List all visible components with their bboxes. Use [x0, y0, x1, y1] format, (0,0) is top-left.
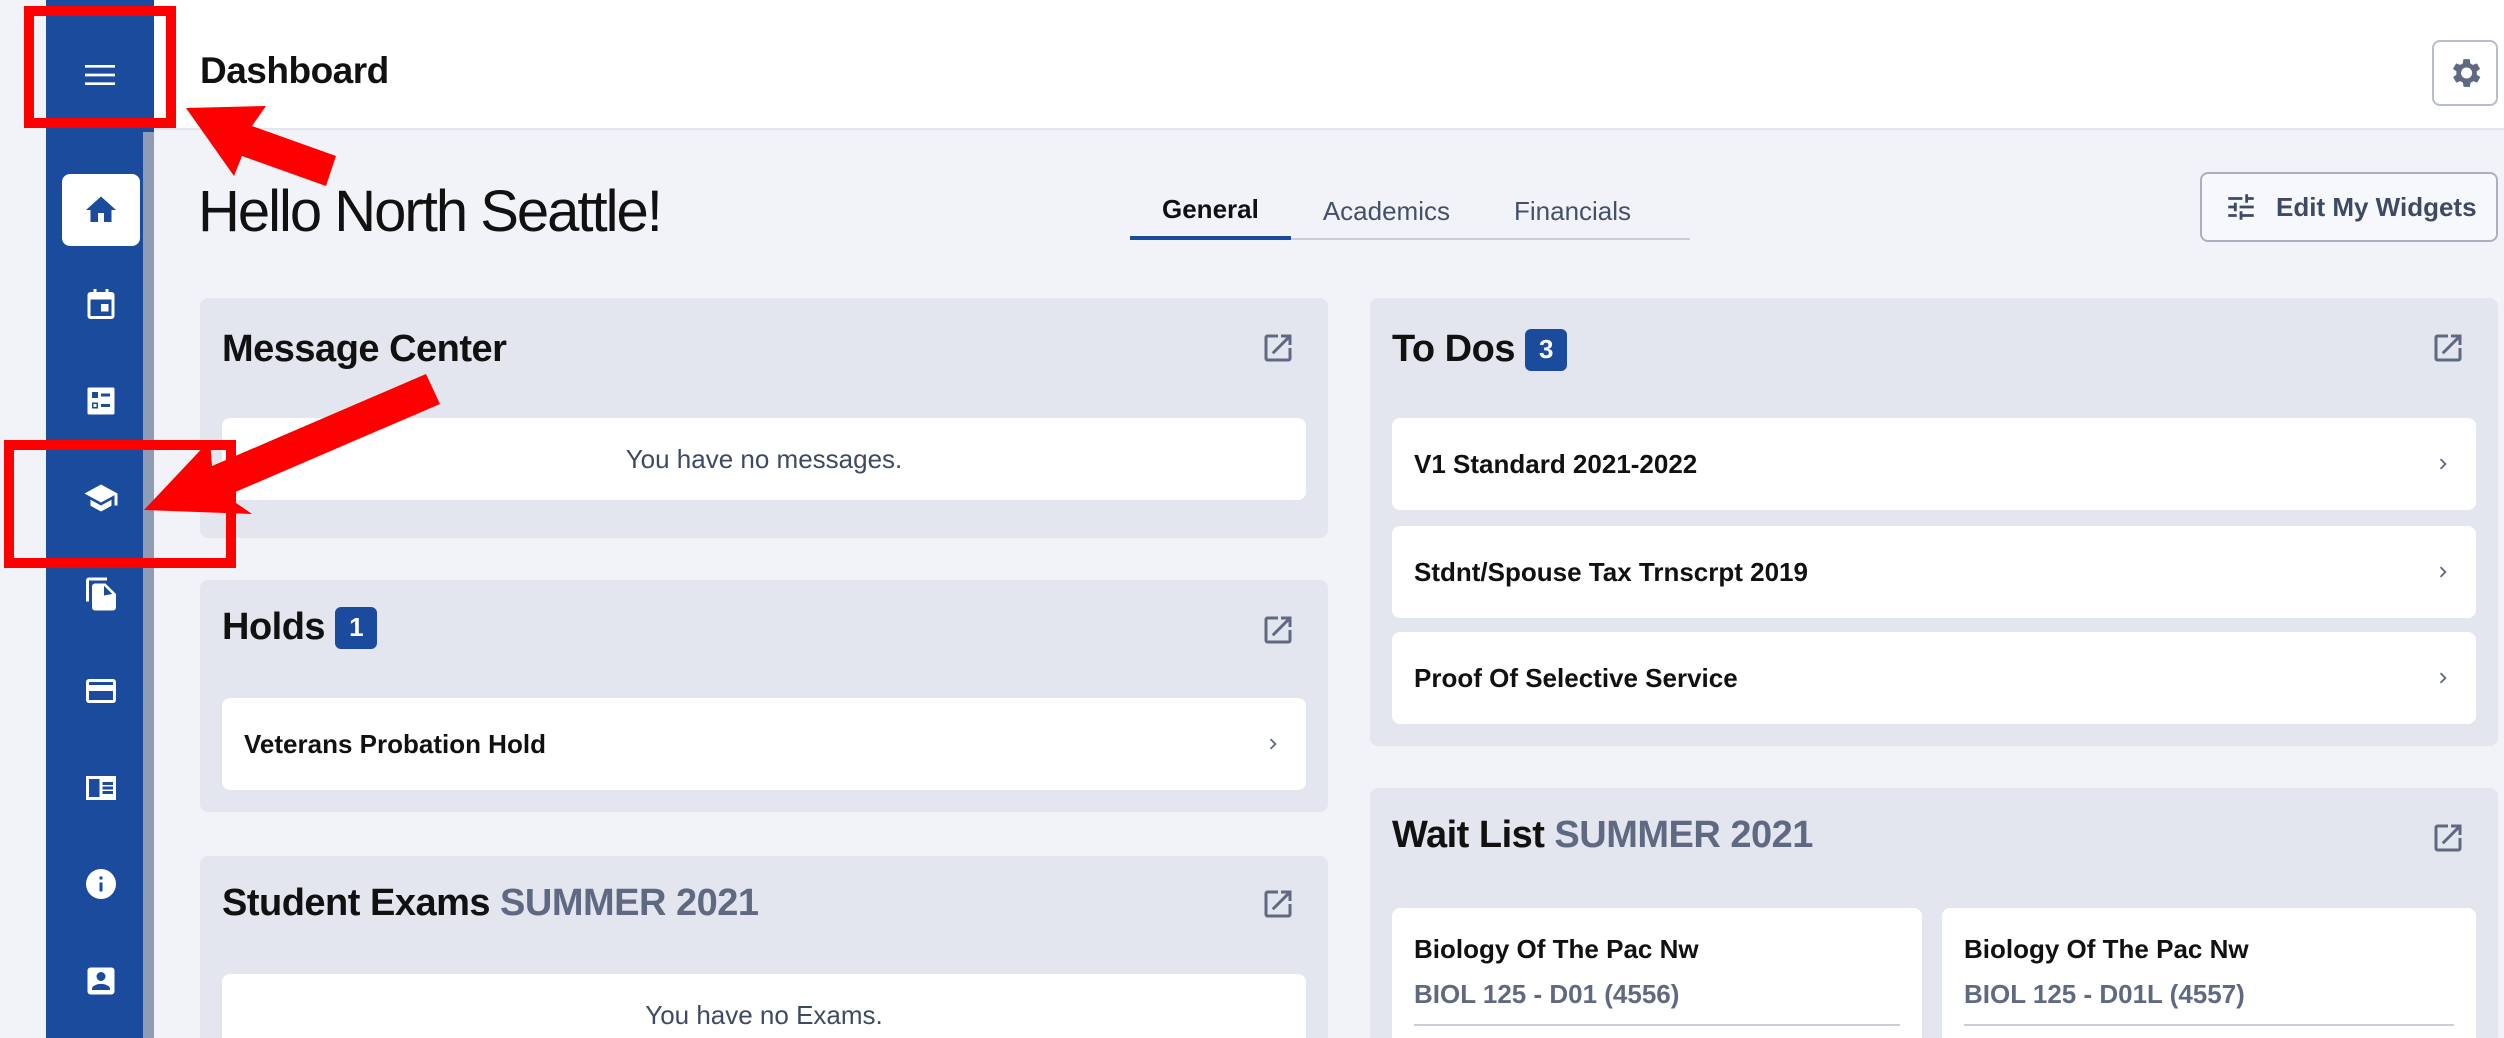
sidebar-item-contact[interactable]	[62, 945, 140, 1017]
sidebar-item-info[interactable]	[62, 848, 140, 920]
open-external-icon[interactable]	[2430, 820, 2466, 856]
todos-widget: To Dos 3 V1 Standard 2021-2022 Stdnt/Spo…	[1370, 298, 2498, 746]
open-external-icon[interactable]	[1260, 330, 1296, 366]
calendar-icon	[87, 289, 115, 319]
chevron-right-icon	[1269, 738, 1277, 750]
todos-title: To Dos	[1392, 328, 1515, 370]
todo-item[interactable]: V1 Standard 2021-2022	[1392, 418, 2476, 510]
page-title: Dashboard	[200, 50, 389, 91]
sidebar-item-news[interactable]	[62, 752, 140, 824]
tab-academics[interactable]: Academics	[1291, 182, 1482, 240]
chevron-right-icon	[2439, 672, 2447, 684]
wait-list-course-code: BIOL 125 - D01 (4556)	[1414, 979, 1900, 1026]
todos-count-badge: 3	[1524, 328, 1567, 371]
home-icon	[86, 196, 116, 222]
todo-item-label: Proof Of Selective Service	[1414, 662, 1738, 693]
wait-list-title: Wait List	[1392, 814, 1545, 856]
gear-icon	[2452, 59, 2481, 87]
settings-button[interactable]	[2432, 40, 2498, 106]
open-external-icon[interactable]	[1260, 612, 1296, 648]
edit-widgets-button[interactable]: Edit My Widgets	[2200, 172, 2498, 242]
tab-financials[interactable]: Financials	[1482, 182, 1663, 240]
wait-list-term: SUMMER 2021	[1554, 814, 1813, 856]
wait-list-item[interactable]: Biology Of The Pac Nw BIOL 125 - D01 (45…	[1392, 908, 1922, 1038]
credit-card-icon	[86, 679, 116, 703]
sidebar-item-documents[interactable]	[62, 558, 140, 630]
wait-list-course-name: Biology Of The Pac Nw	[1414, 934, 1699, 964]
sidebar-item-calendar[interactable]	[62, 268, 140, 340]
annotation-arrow-menu	[186, 106, 336, 186]
todo-item-label: V1 Standard 2021-2022	[1414, 448, 1698, 479]
edit-widgets-label: Edit My Widgets	[2276, 191, 2477, 222]
newspaper-icon	[86, 776, 116, 800]
open-external-icon[interactable]	[2430, 330, 2466, 366]
hold-item[interactable]: Veterans Probation Hold	[222, 698, 1306, 790]
holds-title: Holds	[222, 606, 326, 648]
holds-widget: Holds 1 Veterans Probation Hold	[200, 580, 1328, 812]
hold-item-label: Veterans Probation Hold	[244, 728, 546, 759]
tab-general[interactable]: General	[1130, 182, 1291, 240]
info-icon	[86, 869, 116, 899]
chevron-right-icon	[2439, 566, 2447, 578]
todo-item[interactable]: Stdnt/Spouse Tax Trnscrpt 2019	[1392, 526, 2476, 618]
sidebar-item-payments[interactable]	[62, 655, 140, 727]
holds-count-badge: 1	[335, 606, 378, 649]
wait-list-item[interactable]: Biology Of The Pac Nw BIOL 125 - D01L (4…	[1942, 908, 2476, 1038]
student-exams-empty: You have no Exams.	[222, 974, 1306, 1038]
contact-card-icon	[87, 967, 115, 995]
sidebar-item-home[interactable]	[62, 174, 140, 246]
checklist-icon	[87, 387, 115, 415]
documents-icon	[86, 577, 116, 611]
student-exams-title: Student Exams	[222, 882, 491, 924]
student-exams-widget: Student Exams SUMMER 2021 You have no Ex…	[200, 856, 1328, 1038]
message-center-title: Message Center	[222, 328, 507, 370]
top-bar	[154, 0, 2504, 130]
tab-bar: General Academics Financials	[1130, 182, 1690, 240]
sidebar-scrollbar[interactable]	[143, 132, 154, 1038]
todo-item[interactable]: Proof Of Selective Service	[1392, 632, 2476, 724]
wait-list-widget: Wait List SUMMER 2021 Biology Of The Pac…	[1370, 788, 2498, 1038]
open-external-icon[interactable]	[1260, 886, 1296, 922]
annotation-arrow-academics	[144, 374, 440, 514]
sidebar-item-checklist[interactable]	[62, 365, 140, 437]
annotation-highlight-menu	[24, 6, 176, 128]
sliders-icon	[2228, 194, 2254, 220]
wait-list-course-code: BIOL 125 - D01L (4557)	[1964, 979, 2454, 1026]
chevron-right-icon	[2439, 458, 2447, 470]
wait-list-course-name: Biology Of The Pac Nw	[1964, 934, 2249, 964]
todo-item-label: Stdnt/Spouse Tax Trnscrpt 2019	[1414, 556, 1808, 587]
student-exams-term: SUMMER 2021	[500, 882, 759, 924]
